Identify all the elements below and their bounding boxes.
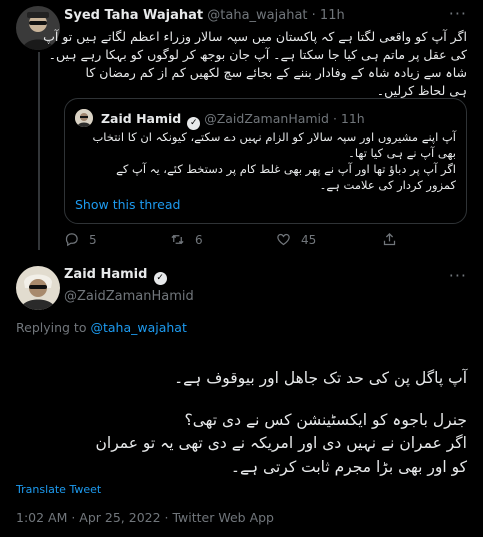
- translate-tweet-link[interactable]: Translate Tweet: [16, 483, 101, 496]
- reply-text-line: اگر آپ کو واقعی لگتا ہے کہ پاکستان میں س…: [43, 29, 467, 44]
- replying-to: Replying to @taha_wajahat: [16, 320, 187, 335]
- author-name[interactable]: Zaid Hamid: [64, 267, 147, 282]
- like-count: 45: [301, 232, 317, 247]
- reply-button[interactable]: 5: [64, 232, 97, 247]
- retweet-button[interactable]: 6: [170, 232, 203, 247]
- quoted-tweet-card[interactable]: Zaid Hamid ✓ @ZaidZamanHamid · 11h آپ اپ…: [64, 98, 467, 224]
- share-icon: [383, 232, 396, 246]
- retweet-icon: [171, 234, 184, 245]
- thread-line: [38, 52, 40, 250]
- quoted-text-line: اگر آپ پر دباؤ تھا اور آپ نے پھر بھی غلط…: [116, 162, 456, 176]
- main-text-line: جنرل باجوہ کو ایکسٹینشن کس نے دی تھی؟: [184, 411, 468, 429]
- verified-badge-icon: ✓: [153, 272, 167, 285]
- reply-tweet-header: Syed Taha Wajahat @taha_wajahat · 11h: [64, 8, 345, 23]
- quoted-author-name: Zaid Hamid: [100, 111, 182, 126]
- author-handle[interactable]: @taha_wajahat: [207, 8, 307, 23]
- retweet-count: 6: [195, 232, 203, 247]
- main-text-line: کو اور بھی بڑا مجرم ثابت کرتی ہے۔: [230, 458, 467, 476]
- main-text-line: اگر عمران نے نہیں دی اور امریکہ نے دی تھ…: [95, 434, 468, 452]
- replying-prefix: Replying to: [16, 320, 87, 335]
- quoted-author-handle: @ZaidZamanHamid: [204, 111, 329, 126]
- heart-icon: [277, 233, 290, 246]
- quoted-text-line: کمزور کردار کی علامت ہے۔: [319, 178, 456, 192]
- like-button[interactable]: 45: [276, 232, 316, 247]
- quoted-tweet-age: 11h: [340, 111, 365, 126]
- author-handle[interactable]: @ZaidZamanHamid: [64, 289, 194, 304]
- quoted-text-line: آپ اپنے مشیروں اور سپہ سالار کو الزام نہ…: [92, 130, 456, 144]
- share-button[interactable]: [382, 232, 407, 247]
- author-name[interactable]: Syed Taha Wajahat: [64, 8, 203, 23]
- tweet-age[interactable]: 11h: [320, 8, 345, 23]
- quoted-tweet-text: آپ اپنے مشیروں اور سپہ سالار کو الزام نہ…: [76, 129, 456, 193]
- reply-icon: [65, 233, 78, 247]
- main-tweet-header: Zaid Hamid ✓ @ZaidZamanHamid: [64, 267, 194, 304]
- show-thread-link[interactable]: Show this thread: [75, 197, 180, 212]
- avatar-zaid[interactable]: [16, 266, 60, 310]
- reply-text-line: شاہ سے زیادہ شاہ کے وفادار بننے کے بجائے…: [85, 65, 467, 80]
- more-options-icon[interactable]: ···: [449, 4, 467, 23]
- more-options-icon[interactable]: ···: [449, 266, 467, 285]
- main-text-line: آپ پاگل پن کی حد تک جاھل اور بیوقوف ہے۔: [174, 369, 467, 387]
- quoted-text-line: بھی آپ نے ہی کیا تھا۔: [348, 146, 456, 160]
- tweet-timestamp[interactable]: 1:02 AM · Apr 25, 2022 · Twitter Web App: [16, 510, 274, 525]
- reply-count: 5: [89, 232, 97, 247]
- reply-text-line: کی عقل پر ماتم ہی کیا جا سکتا ہے۔ آپ جان…: [48, 47, 467, 62]
- quoted-tweet-header: Zaid Hamid ✓ @ZaidZamanHamid · 11h: [75, 109, 365, 130]
- quoted-avatar[interactable]: [75, 109, 93, 127]
- reply-tweet-text: اگر آپ کو واقعی لگتا ہے کہ پاکستان میں س…: [43, 28, 467, 100]
- replying-handle-link[interactable]: @taha_wajahat: [90, 320, 186, 335]
